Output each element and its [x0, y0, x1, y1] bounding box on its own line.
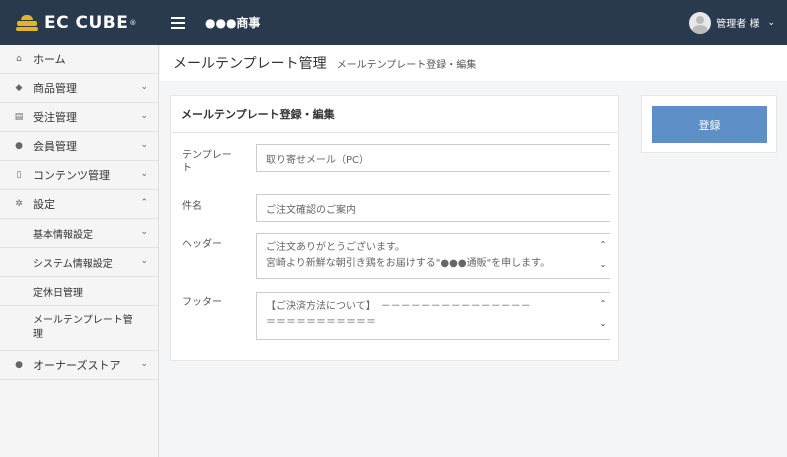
subject-input[interactable]: ご注文確認のご案内 [256, 194, 610, 222]
page-heading: メールテンプレート管理 メールテンプレート登録・編集 [160, 45, 787, 81]
user-menu[interactable]: 管理者 様 ⌄ [689, 0, 775, 45]
chevron-up-icon: ⌃ [140, 198, 148, 208]
store-icon: ● [15, 360, 23, 370]
sidebar: ⌂ ホーム ◆ 商品管理 ⌄ ▤ 受注管理 ⌄ ● 会員管理 ⌄ ▯ コンテンツ… [0, 45, 159, 457]
top-header: EC CUBE ® ●●●商事 管理者 様 ⌄ [0, 0, 787, 45]
chevron-down-icon: ⌄ [140, 227, 148, 237]
sidebar-item-orders[interactable]: ▤ 受注管理 ⌄ [0, 103, 158, 132]
home-icon: ⌂ [16, 54, 22, 64]
footer-textarea[interactable]: 【ご決済方法について】 －－－－－－－－－－－－－－－ ＝＝＝＝＝＝＝＝＝＝＝ … [256, 292, 610, 340]
sidebar-item-label: オーナーズストア [33, 359, 121, 372]
user-name: 管理者 様 [716, 19, 760, 30]
sidebar-item-home[interactable]: ⌂ ホーム [0, 45, 158, 74]
logo-registered-mark: ® [129, 18, 137, 27]
users-icon: ● [15, 141, 23, 151]
sidebar-item-label: コンテンツ管理 [33, 169, 110, 182]
sidebar-item-settings[interactable]: ✲ 設定 ⌃ [0, 190, 158, 219]
header-label: ヘッダー [182, 239, 222, 250]
cart-icon: ▤ [14, 112, 24, 122]
logo-text: EC CUBE [44, 12, 129, 33]
tag-icon: ◆ [15, 83, 23, 93]
shop-name: ●●●商事 [205, 16, 261, 30]
sidebar-item-members[interactable]: ● 会員管理 ⌄ [0, 132, 158, 161]
chevron-down-icon: ⌄ [140, 359, 148, 369]
sidebar-item-label: 受注管理 [33, 111, 77, 124]
footer-line-1: 【ご決済方法について】 －－－－－－－－－－－－－－－ [266, 301, 531, 312]
sidebar-item-products[interactable]: ◆ 商品管理 ⌄ [0, 74, 158, 103]
chevron-down-icon: ⌄ [140, 82, 148, 92]
menu-toggle-icon[interactable] [171, 16, 185, 29]
sidebar-item-label: 設定 [33, 198, 55, 211]
avatar [689, 11, 712, 34]
page-subtitle: メールテンプレート登録・編集 [336, 59, 477, 71]
mail-template-form-card: メールテンプレート登録・編集 テンプレート 取り寄せメール（PC） 件名 ご注文… [170, 95, 619, 361]
sidebar-item-label: 商品管理 [33, 82, 77, 95]
sidebar-item-contents[interactable]: ▯ コンテンツ管理 ⌄ [0, 161, 158, 190]
action-card: 登録 [641, 95, 777, 153]
sidebar-subitem-label: 基本情報設定 [33, 229, 93, 241]
header-line-2: 宮崎より新鮮な朝引き鶏をお届けする"●●●通販"を申します。 [266, 258, 551, 269]
cube-logo-icon [16, 14, 38, 31]
header-line-1: ご注文ありがとうございます。 [266, 242, 405, 253]
file-icon: ▯ [16, 170, 22, 180]
page-title: メールテンプレート管理 [173, 56, 327, 72]
template-label: テンプレート [182, 150, 232, 174]
chevron-down-icon: ⌄ [140, 169, 148, 179]
chevron-down-icon: ⌄ [767, 17, 775, 28]
ec-cube-logo[interactable]: EC CUBE ® [0, 0, 159, 45]
header-textarea[interactable]: ご注文ありがとうございます。 宮崎より新鮮な朝引き鶏をお届けする"●●●通販"を… [256, 233, 610, 279]
sidebar-item-label: ホーム [33, 53, 66, 66]
sidebar-subitem-basic-settings[interactable]: 基本情報設定 ⌄ [0, 219, 158, 248]
sidebar-subitem-label: メールテンプレート管理 [33, 315, 133, 340]
sidebar-subitem-mail-templates[interactable]: メールテンプレート管理 [0, 306, 158, 351]
sidebar-item-owners-store[interactable]: ● オーナーズストア ⌄ [0, 351, 158, 380]
card-title: メールテンプレート登録・編集 [171, 96, 618, 133]
template-value: 取り寄せメール（PC） [266, 154, 370, 166]
register-button[interactable]: 登録 [652, 106, 767, 143]
sidebar-subitem-label: 定休日管理 [33, 287, 83, 299]
sidebar-subitem-label: システム情報設定 [33, 258, 113, 270]
scroll-down-icon[interactable]: ⌄ [598, 260, 608, 269]
chevron-down-icon: ⌄ [140, 256, 148, 266]
scroll-up-icon[interactable]: ⌃ [598, 299, 608, 308]
scroll-down-icon[interactable]: ⌄ [598, 319, 608, 328]
subject-value: ご注文確認のご案内 [266, 204, 356, 216]
subject-label: 件名 [182, 201, 202, 212]
chevron-down-icon: ⌄ [140, 140, 148, 150]
footer-label: フッター [182, 297, 222, 308]
template-select[interactable]: 取り寄せメール（PC） [256, 144, 610, 172]
footer-line-2: ＝＝＝＝＝＝＝＝＝＝＝ [266, 317, 376, 328]
sidebar-subitem-system-settings[interactable]: システム情報設定 ⌄ [0, 248, 158, 277]
gear-icon: ✲ [15, 199, 23, 209]
chevron-down-icon: ⌄ [140, 111, 148, 121]
scroll-up-icon[interactable]: ⌃ [598, 240, 608, 249]
sidebar-subitem-holidays[interactable]: 定休日管理 [0, 277, 158, 306]
sidebar-item-label: 会員管理 [33, 140, 77, 153]
